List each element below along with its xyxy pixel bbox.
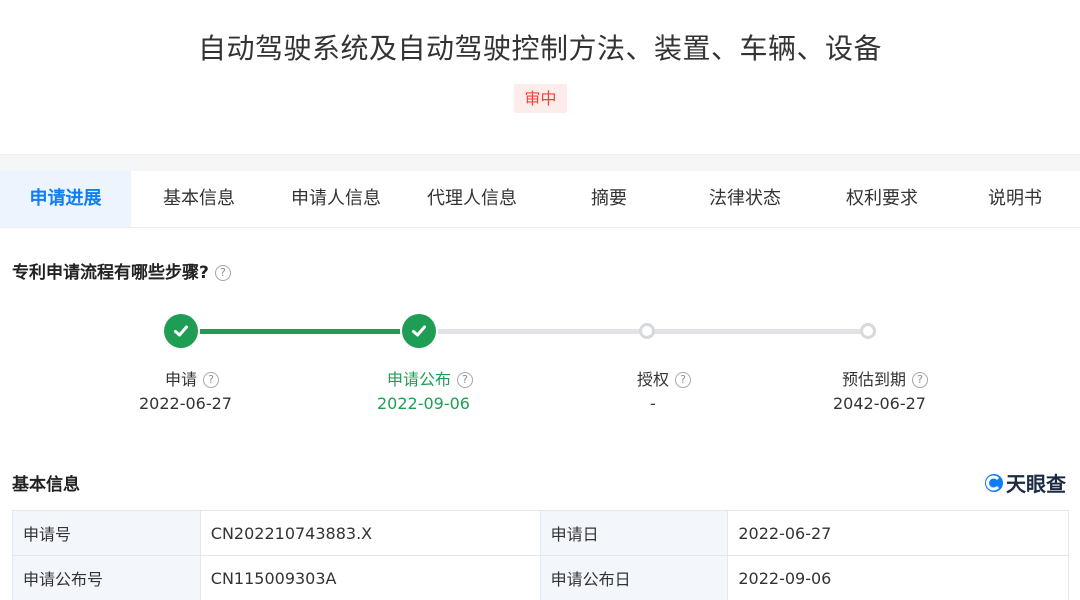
field-value: CN202210743883.X	[199, 510, 541, 556]
step-done-icon	[402, 314, 436, 348]
tab-claims[interactable]: 权利要求	[814, 171, 950, 227]
status-badge: 审中	[514, 84, 567, 113]
step-label-expiry: 预估到期?	[842, 366, 929, 390]
step-label-text: 申请公布	[387, 370, 452, 389]
check-icon	[412, 325, 426, 337]
step-pending-icon	[860, 323, 876, 339]
tab-abstract[interactable]: 摘要	[541, 171, 677, 227]
tab-bar: 申请进展 基本信息 申请人信息 代理人信息 摘要 法律状态 权利要求 说明书	[0, 171, 1080, 228]
step-date-apply: 2022-06-27	[139, 394, 232, 413]
tianyancha-logo[interactable]: 天眼查	[984, 468, 1066, 497]
field-label: 申请公布号	[12, 555, 201, 600]
tianyancha-logo-icon	[985, 473, 1003, 492]
field-label: 申请日	[539, 510, 729, 556]
step-label-apply: 申请?	[165, 366, 220, 390]
field-label: 申请公布日	[539, 555, 729, 600]
step-label-text: 预估到期	[842, 370, 907, 389]
process-heading-text: 专利申请流程有哪些步骤?	[12, 263, 209, 283]
tab-description[interactable]: 说明书	[950, 171, 1080, 227]
tab-legal-status[interactable]: 法律状态	[677, 171, 813, 227]
help-icon[interactable]: ?	[214, 265, 231, 281]
tab-applicant-info[interactable]: 申请人信息	[268, 171, 404, 227]
check-icon	[174, 325, 188, 337]
step-date-publish: 2022-09-06	[377, 394, 470, 413]
field-value: 2022-06-27	[727, 510, 1069, 556]
step-done-icon	[164, 314, 198, 348]
field-label: 申请号	[12, 510, 201, 556]
logo-text: 天眼查	[1006, 472, 1066, 496]
help-icon[interactable]: ?	[457, 372, 474, 388]
tab-agent-info[interactable]: 代理人信息	[404, 171, 540, 227]
basic-info-heading: 基本信息	[12, 475, 80, 495]
field-value: CN115009303A	[199, 555, 541, 600]
help-icon[interactable]: ?	[203, 372, 220, 388]
step-date-grant: -	[650, 394, 656, 413]
section-divider	[0, 154, 1080, 171]
progress-track-complete	[181, 329, 419, 334]
page-title: 自动驾驶系统及自动驾驶控制方法、装置、车辆、设备	[197, 32, 882, 65]
help-icon[interactable]: ?	[675, 372, 692, 388]
step-date-expiry: 2042-06-27	[833, 394, 926, 413]
step-label-publish: 申请公布?	[387, 366, 474, 390]
tab-progress[interactable]: 申请进展	[0, 171, 131, 227]
field-value: 2022-09-06	[727, 555, 1069, 600]
step-label-text: 授权	[637, 370, 670, 389]
step-pending-icon	[639, 323, 655, 339]
step-label-grant: 授权?	[637, 366, 692, 390]
table-row: 申请公布号 CN115009303A 申请公布日 2022-09-06	[12, 555, 1069, 600]
basic-info-table: 申请号 CN202210743883.X 申请日 2022-06-27 申请公布…	[12, 510, 1069, 600]
process-heading: 专利申请流程有哪些步骤??	[12, 258, 231, 283]
tab-basic-info[interactable]: 基本信息	[131, 171, 267, 227]
table-row: 申请号 CN202210743883.X 申请日 2022-06-27	[12, 510, 1069, 556]
help-icon[interactable]: ?	[912, 372, 929, 388]
step-label-text: 申请	[165, 370, 198, 389]
